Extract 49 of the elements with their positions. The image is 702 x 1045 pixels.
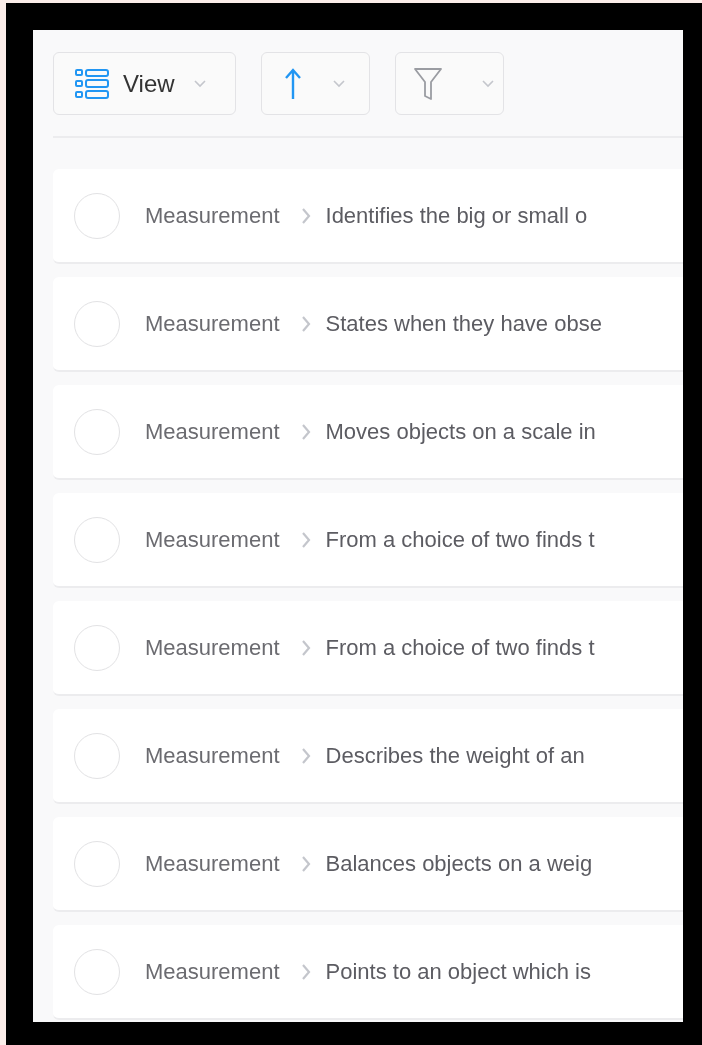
category-label: Measurement — [145, 850, 280, 877]
view-button[interactable]: View — [53, 52, 236, 115]
list-row[interactable]: Measurement Moves objects on a scale in — [53, 385, 683, 480]
item-description: Balances objects on a weig — [325, 850, 593, 877]
list-row[interactable]: Measurement Points to an object which is — [53, 925, 683, 1020]
item-description: Identifies the big or small o — [325, 202, 588, 229]
item-description: Describes the weight of an — [325, 742, 585, 769]
category-label: Measurement — [145, 742, 280, 769]
sort-button[interactable] — [261, 52, 370, 115]
filter-button[interactable] — [395, 52, 504, 115]
chevron-right-icon — [299, 314, 312, 333]
category-label: Measurement — [145, 418, 280, 445]
checkbox[interactable] — [74, 948, 120, 995]
checkbox[interactable] — [74, 192, 120, 239]
category-label: Measurement — [145, 202, 280, 229]
chevron-right-icon — [299, 206, 312, 225]
chevron-right-icon — [299, 962, 312, 981]
category-label: Measurement — [145, 958, 280, 985]
category-label: Measurement — [145, 634, 280, 661]
list-icon — [75, 67, 109, 100]
list-row[interactable]: Measurement Balances objects on a weig — [53, 817, 683, 912]
arrow-up-icon — [284, 67, 302, 100]
chevron-down-icon — [332, 79, 346, 88]
chevron-down-icon — [481, 79, 495, 88]
chevron-right-icon — [299, 422, 312, 441]
category-label: Measurement — [145, 310, 280, 337]
list-row[interactable]: Measurement From a choice of two finds t — [53, 601, 683, 696]
item-description: From a choice of two finds t — [325, 526, 595, 553]
chevron-right-icon — [299, 854, 312, 873]
list-row[interactable]: Measurement States when they have obse — [53, 277, 683, 372]
list-row[interactable]: Measurement From a choice of two finds t — [53, 493, 683, 588]
filter-icon — [413, 66, 443, 101]
checkbox[interactable] — [74, 408, 120, 455]
chevron-down-icon — [192, 79, 207, 88]
chevron-right-icon — [299, 638, 312, 657]
chevron-right-icon — [299, 530, 312, 549]
checkbox[interactable] — [74, 732, 120, 779]
list-row[interactable]: Measurement Describes the weight of an — [53, 709, 683, 804]
checkbox[interactable] — [74, 516, 120, 563]
list-row[interactable]: Measurement Identifies the big or small o — [53, 169, 683, 264]
item-description: From a choice of two finds t — [325, 634, 595, 661]
category-label: Measurement — [145, 526, 280, 553]
checkbox[interactable] — [74, 840, 120, 887]
checkbox[interactable] — [74, 624, 120, 671]
item-description: Points to an object which is — [325, 958, 591, 985]
item-description: Moves objects on a scale in — [325, 418, 596, 445]
checkbox[interactable] — [74, 300, 120, 347]
chevron-right-icon — [299, 746, 312, 765]
item-description: States when they have obse — [325, 310, 602, 337]
